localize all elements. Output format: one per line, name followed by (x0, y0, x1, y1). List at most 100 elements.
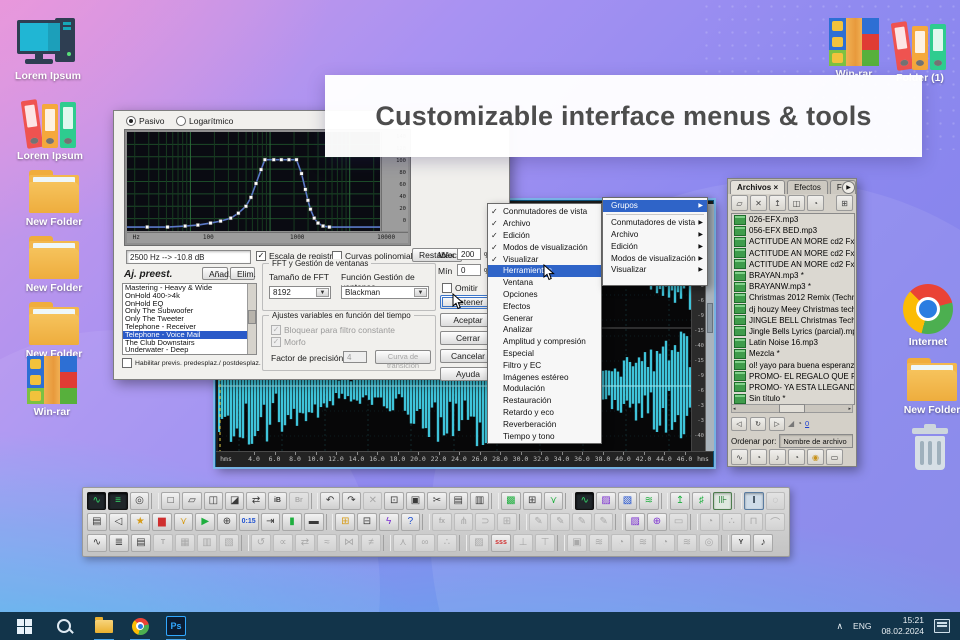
arch-button[interactable]: ⌒ (765, 512, 786, 531)
pencil-smooth-button[interactable]: ✎ (572, 512, 592, 531)
desktop-icon-binders[interactable]: Lorem Ipsum (14, 96, 86, 163)
file-list-item[interactable]: ol! yayo para buena esperanza.m (732, 359, 854, 371)
import-button[interactable]: iB (267, 491, 288, 510)
cd-view-button[interactable]: ◎ (129, 491, 150, 510)
multitrack-view-button[interactable]: ≡ (108, 491, 128, 510)
camera-button[interactable]: ▣ (567, 533, 587, 552)
fx-button[interactable]: fx (432, 512, 452, 531)
file-list-item[interactable]: ACTITUDE AN MORE cd2 Fx (2 (732, 259, 854, 270)
photoshop-icon[interactable]: Ps (164, 614, 188, 640)
envelope-button[interactable]: ▤ (131, 533, 151, 552)
stats-button[interactable]: ∴ (722, 512, 742, 531)
bridge-view-button[interactable]: ⊓ (743, 512, 764, 531)
copy-button[interactable]: ▣ (405, 491, 426, 510)
save-as-button[interactable]: ◪ (225, 491, 245, 510)
crossfade-button[interactable]: ⋈ (339, 533, 359, 552)
menu-item-tiempo-y-tono[interactable]: Tiempo y tono (488, 430, 601, 442)
menu-item-herramientas[interactable]: Herramientas (488, 264, 601, 277)
add-filter-button[interactable]: ⋎ (543, 491, 564, 510)
file-list-item[interactable]: PROMO- YA ESTA LLEGANDO (732, 382, 854, 393)
dock-button[interactable]: ⊞ (497, 512, 517, 531)
histogram-button[interactable]: ▥ (197, 533, 217, 552)
sss-button[interactable]: sss (491, 533, 511, 552)
desktop-icon-winrar-top[interactable]: Win-rar (818, 14, 890, 81)
file-list[interactable]: 026-EFX.mp3 056-EFX BED.mp3 ACTITUDE AN MO… (731, 213, 855, 405)
spectrum-button[interactable]: ▦ (175, 533, 195, 552)
mixer-button[interactable]: ⊞ (335, 512, 356, 531)
radio-pasivo[interactable]: Pasivo (126, 116, 165, 126)
start-button[interactable] (12, 614, 36, 638)
film-button[interactable]: ▨ (469, 533, 489, 552)
desktop-icon-internet[interactable]: Internet (892, 282, 960, 349)
submenu-item-edici-n[interactable]: Edición ▶ (603, 240, 707, 252)
panel-options-icon[interactable]: ⊞ (836, 195, 853, 211)
text-button[interactable]: T (153, 533, 173, 552)
waveform-display-button[interactable]: ∿ (575, 491, 595, 510)
delete-preset-button[interactable]: Elim. (230, 267, 256, 280)
note-button[interactable]: ♪ (753, 533, 773, 552)
file-list-item[interactable]: Christmas 2012 Remix (Techno E (732, 292, 854, 303)
infinity-button[interactable]: ∞ (415, 533, 435, 552)
show-duration-icon[interactable]: ◔ (788, 449, 805, 465)
insert-multitrack-icon[interactable]: ↥ (769, 195, 786, 211)
redo-button[interactable]: ↷ (341, 491, 362, 510)
file-list-item[interactable]: 026-EFX.mp3 (732, 214, 854, 225)
show-video-icon[interactable]: ◉ (807, 449, 824, 465)
show-waveforms-icon[interactable]: ∿ (731, 449, 748, 465)
show-music-icon[interactable]: ♪ (769, 449, 786, 465)
fft-eq-button[interactable]: ∿ (87, 533, 107, 552)
cancel-wave-button[interactable]: ≠ (361, 533, 381, 552)
pencil-edit-button[interactable]: ✎ (528, 512, 549, 531)
new-file-button[interactable]: □ (160, 491, 181, 510)
fork-up-button[interactable]: ⊥ (513, 533, 533, 552)
pan-display-button[interactable]: ▧ (617, 491, 638, 510)
menu-item-modos-de-visualizaci-n[interactable]: ✓ Modos de visualización (488, 241, 601, 253)
file-info-icon[interactable]: ◔ (807, 195, 824, 211)
desktop-icon-new-folder-3[interactable]: New Folder (18, 294, 90, 361)
submenu-item-archivo[interactable]: Archivo ▶ (603, 229, 707, 241)
file-list-item[interactable]: ACTITUDE AN MORE cd2 Fx (1 (732, 248, 854, 259)
preview-clock-icon[interactable]: ◔ (797, 419, 802, 428)
image-zoom-button[interactable]: ⊕ (647, 512, 667, 531)
zoom-button[interactable]: ⊕ (217, 512, 237, 531)
sliders-button[interactable]: ≣ (109, 533, 129, 552)
desktop-icon-new-folder-1[interactable]: New Folder (18, 162, 90, 229)
play-icon[interactable]: ▷ (769, 416, 785, 431)
file-list-item[interactable]: 056-EFX BED.mp3 (732, 225, 854, 236)
menu-item-generar[interactable]: Generar (488, 312, 601, 324)
file-list-item[interactable]: PROMO- EL REGALO QUE PED (732, 371, 854, 382)
window-fn-dropdown[interactable]: Blackman ▼ (341, 286, 429, 299)
stopwatch-button[interactable]: ◔ (700, 512, 721, 531)
preset-scrollbar[interactable] (247, 284, 256, 354)
submenu-item-grupos[interactable]: Grupos ▶ (603, 200, 707, 212)
shuffle-button[interactable]: ⇄ (295, 533, 315, 552)
radar-button[interactable]: ◎ (699, 533, 719, 552)
menu-item-especial[interactable]: Especial (488, 348, 601, 360)
search-icon[interactable] (52, 614, 76, 638)
submenu-item-visualizar[interactable]: Visualizar ▶ (603, 264, 707, 276)
preset-item[interactable]: Underwater - Deep (123, 346, 256, 354)
file-list-item[interactable]: BRAYAN.mp3 * (732, 270, 854, 281)
duration-button[interactable]: 0:15 (238, 512, 259, 531)
pencil-draw-button[interactable]: ✎ (550, 512, 571, 531)
desktop-icon-recycle-bin[interactable] (894, 420, 960, 475)
cut-button[interactable]: ✂ (427, 491, 447, 510)
chrome-icon[interactable] (128, 614, 152, 640)
desktop-icon-winrar[interactable]: Win-rar (16, 352, 88, 419)
menu-item-conmutadores-de-vista[interactable]: ✓ Conmutadores de vista (488, 206, 601, 218)
preset-list[interactable]: Mastering - Heavy & Wide OnHold 400->4k On… (122, 283, 257, 355)
file-list-item[interactable]: JINGLE BELL Christmas Techno (732, 315, 854, 326)
paste-button[interactable]: ▤ (448, 491, 468, 510)
file-list-item[interactable]: BRAYANW.mp3 * (732, 281, 854, 292)
color-swatch-button[interactable]: ▆ (152, 512, 172, 531)
desktop-icon-this-pc[interactable]: Lorem Ipsum (12, 16, 84, 83)
swirl-button[interactable]: ↺ (251, 533, 271, 552)
audio-hw-button[interactable]: ⊟ (357, 512, 377, 531)
show-path-icon[interactable]: ▭ (826, 449, 843, 465)
menu-item-retardo-y-eco[interactable]: Retardo y eco (488, 407, 601, 419)
file-list-item[interactable]: Mezcla * (732, 348, 854, 359)
radio3-button[interactable]: ≋ (677, 533, 697, 552)
split-button[interactable]: ⋔ (453, 512, 474, 531)
filter-button[interactable]: ⋎ (173, 512, 194, 531)
file-list-item[interactable]: Sin título * (732, 393, 854, 404)
